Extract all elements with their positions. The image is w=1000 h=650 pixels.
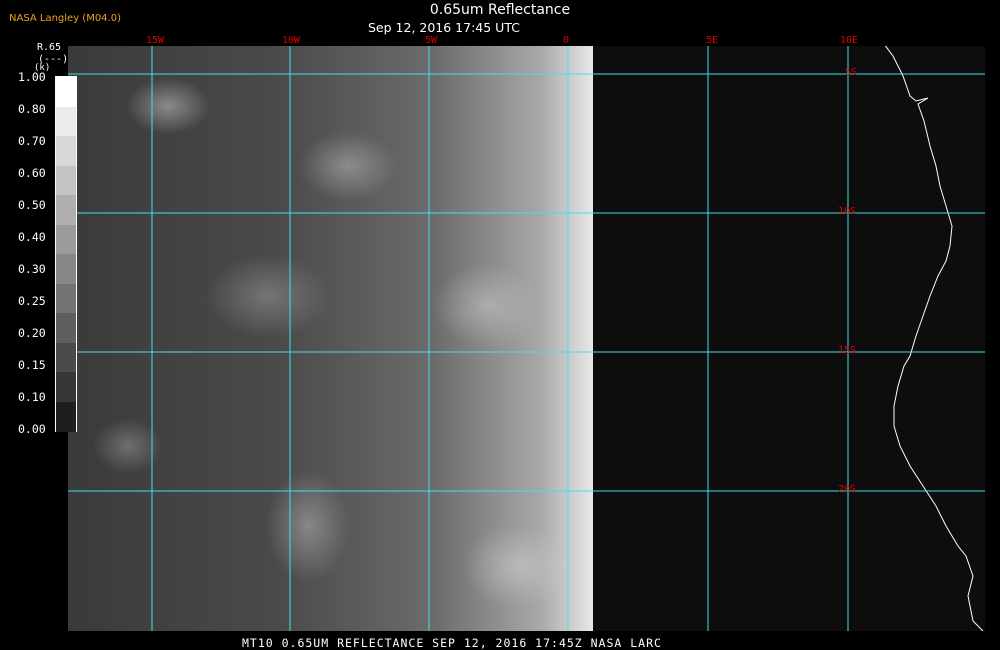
legend-swatch	[56, 195, 76, 225]
lat-label-20s: 20S	[838, 484, 857, 495]
legend-tick-label: 0.25	[18, 294, 46, 308]
legend-tick-label: 0.30	[18, 262, 46, 276]
legend-tick-label: 0.40	[18, 230, 46, 244]
legend-swatch	[56, 224, 76, 255]
lon-label-5e: 5E	[706, 35, 719, 46]
lon-label-5w: 5W	[425, 35, 438, 46]
legend-tick-label: 0.60	[18, 166, 46, 180]
legend-swatch	[56, 254, 76, 284]
legend-swatch	[56, 165, 76, 196]
footer-caption: MT10 0.65UM REFLECTANCE SEP 12, 2016 17:…	[242, 636, 662, 650]
lat-label-5s: 5S	[845, 67, 858, 78]
legend-tick-label: 0.10	[18, 390, 46, 404]
legend-swatch	[56, 401, 76, 432]
legend-tick-label: 0.20	[18, 326, 46, 340]
legend-swatch	[56, 342, 76, 373]
lon-label-15w: 15W	[146, 35, 165, 46]
legend-color-bar	[55, 76, 77, 432]
legend-swatch	[56, 77, 76, 107]
lon-label-0: 0	[563, 35, 570, 46]
legend-swatch	[56, 136, 76, 166]
map-timestamp: Sep 12, 2016 17:45 UTC	[368, 20, 520, 35]
legend-swatch	[56, 106, 76, 137]
lon-label-10w: 10W	[282, 35, 301, 46]
legend-name: R.65	[37, 42, 62, 53]
coastline	[884, 46, 984, 631]
legend-swatch	[56, 283, 76, 314]
longitude-gridlines	[151, 46, 849, 631]
legend-tick-label: 0.80	[18, 102, 46, 116]
lat-label-15s: 15S	[838, 345, 857, 356]
legend-tick-label: 0.00	[18, 422, 46, 436]
lat-label-10s: 10S	[838, 206, 857, 217]
lon-label-10e: 10E	[840, 35, 859, 46]
map-title: 0.65um Reflectance	[429, 2, 571, 18]
legend-tick-label: 0.50	[18, 198, 46, 212]
legend-tick-label: 0.70	[18, 134, 46, 148]
legend-tick-label: 1.00	[18, 70, 46, 84]
map-overlay	[68, 46, 985, 631]
latitude-gridlines	[68, 73, 985, 492]
satellite-image-panel	[68, 46, 985, 631]
legend-swatch	[56, 372, 76, 402]
legend-swatch	[56, 313, 76, 343]
legend-tick-label: 0.15	[18, 358, 46, 372]
